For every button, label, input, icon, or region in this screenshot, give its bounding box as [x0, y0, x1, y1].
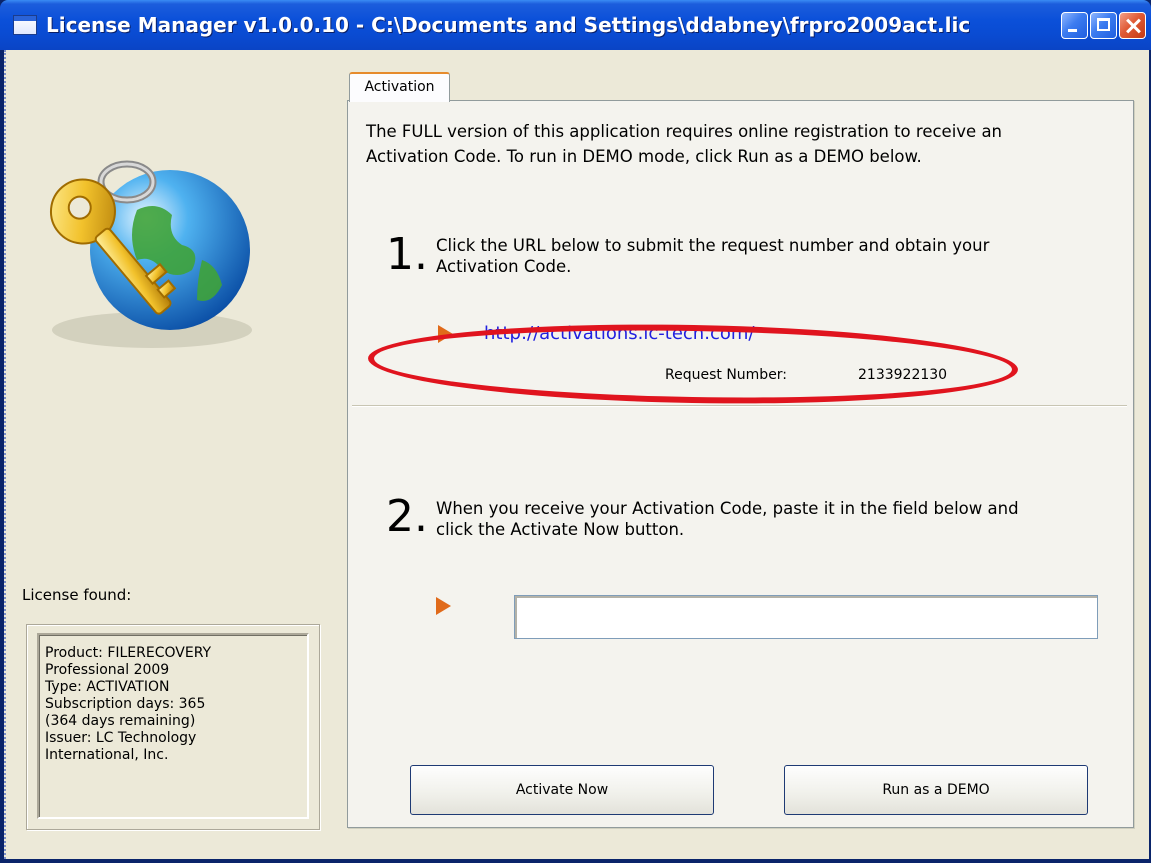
license-manager-window: License Manager v1.0.0.10 - C:\Documents… [0, 0, 1151, 863]
code-arrow-icon [436, 597, 451, 615]
run-as-demo-button[interactable]: Run as a DEMO [784, 765, 1088, 815]
activation-code-input[interactable] [514, 595, 1098, 639]
step-1-instructions: Click the URL below to submit the reques… [436, 235, 989, 277]
step-2-line-2: click the Activate Now button. [436, 520, 685, 539]
license-line: Professional 2009 [45, 662, 170, 678]
intro-text: The FULL version of this application req… [366, 119, 1126, 169]
activate-now-button[interactable]: Activate Now [410, 765, 714, 815]
request-number-label: Request Number: [665, 367, 788, 383]
step-2-number: 2. [386, 491, 428, 542]
activation-url-link[interactable]: http://activations.lc-tech.com/ [484, 323, 754, 344]
step-1-line-2: Activation Code. [436, 257, 572, 276]
url-arrow-icon [438, 325, 453, 343]
maximize-button[interactable] [1090, 12, 1117, 39]
window-client-area: License found: Product: FILERECOVERY Pro… [4, 50, 1149, 859]
activation-tab-panel: The FULL version of this application req… [347, 100, 1134, 828]
license-info-text[interactable]: Product: FILERECOVERY Professional 2009 … [37, 633, 309, 819]
license-line: Product: FILERECOVERY [45, 645, 212, 661]
license-line: International, Inc. [45, 747, 169, 763]
license-line: Type: ACTIVATION [45, 679, 170, 695]
step-1-line-1: Click the URL below to submit the reques… [436, 236, 990, 255]
license-line: Subscription days: 365 [45, 696, 206, 712]
window-title: License Manager v1.0.0.10 - C:\Documents… [46, 13, 971, 37]
license-line: Issuer: LC Technology [45, 730, 197, 746]
tab-activation[interactable]: Activation [349, 72, 450, 102]
minimize-button[interactable] [1061, 12, 1088, 39]
intro-line-2: Activation Code. To run in DEMO mode, cl… [366, 147, 922, 166]
step-2-line-1: When you receive your Activation Code, p… [436, 499, 1019, 518]
close-button[interactable] [1119, 12, 1146, 39]
license-info-group: Product: FILERECOVERY Professional 2009 … [26, 624, 320, 830]
license-found-label: License found: [22, 586, 132, 604]
section-divider [352, 405, 1127, 407]
title-bar[interactable]: License Manager v1.0.0.10 - C:\Documents… [0, 0, 1151, 50]
step-1-number: 1. [386, 229, 428, 280]
request-number-value: 2133922130 [858, 367, 948, 383]
window-app-icon [13, 15, 37, 35]
license-line: (364 days remaining) [45, 713, 196, 729]
intro-line-1: The FULL version of this application req… [366, 122, 1003, 141]
step-2-instructions: When you receive your Activation Code, p… [436, 498, 1019, 540]
key-globe-logo-icon [49, 160, 252, 348]
